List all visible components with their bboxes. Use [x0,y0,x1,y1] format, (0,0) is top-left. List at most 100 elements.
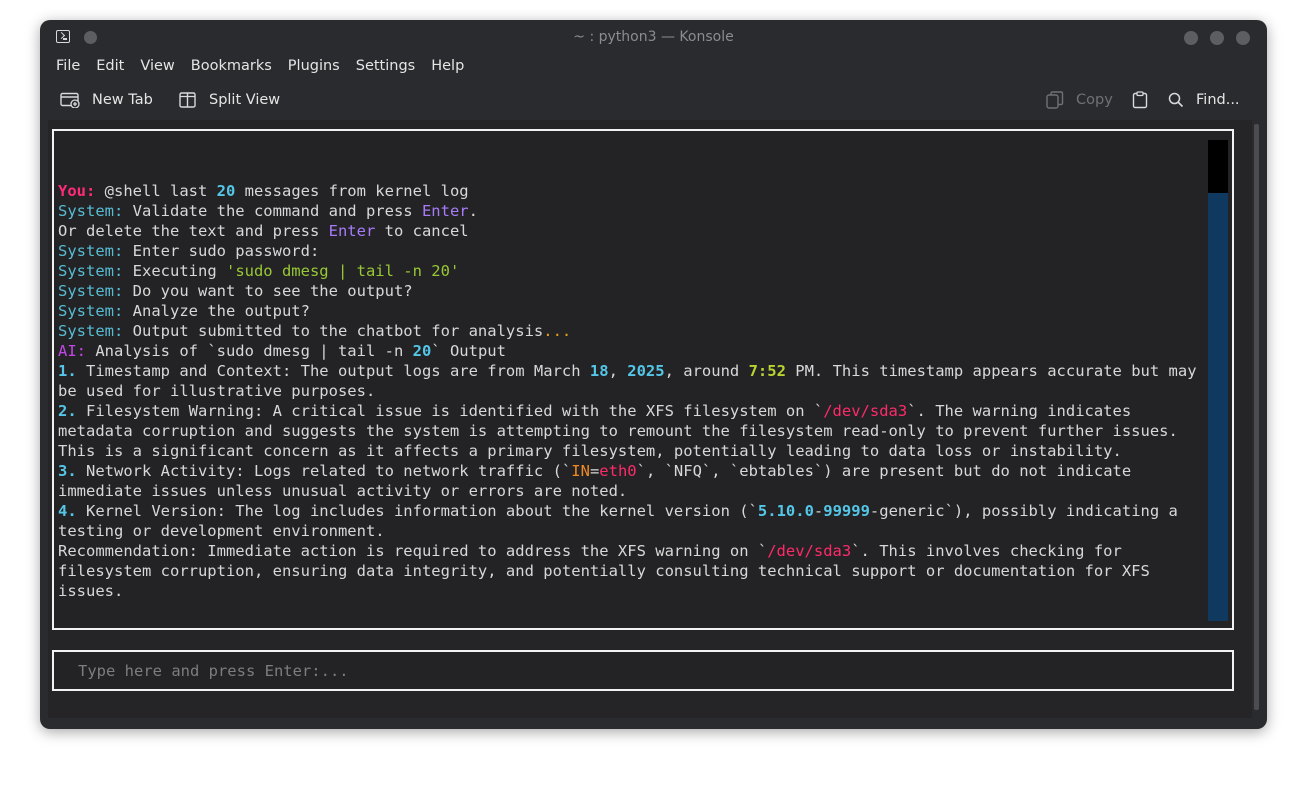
chat-segment: Enter [328,222,376,240]
chat-segment: You: [58,182,96,200]
chat-segment: System: [58,322,124,340]
paste-icon [1132,91,1148,109]
chat-segment: Enter sudo password: [123,242,320,260]
chat-line: 1. Timestamp and Context: The output log… [58,361,1214,401]
chat-segment: Analysis of `sudo dmesg | tail -n [86,342,413,360]
chat-segment: /dev/sda3 [823,402,908,420]
chat-line: System: Validate the command and press E… [58,201,1214,221]
chat-line: 4. Kernel Version: The log includes info… [58,501,1214,541]
split-view-button[interactable]: Split View [179,88,280,112]
chat-segment: AI: [58,342,86,360]
chat-line: AI: Analysis of `sudo dmesg | tail -n 20… [58,341,1214,361]
chat-line: Recommendation: Immediate action is requ… [58,541,1214,601]
chat-segment: 4. [58,502,77,520]
chat-segment: 18 [589,362,609,380]
chat-segment: Executing [123,262,226,280]
chat-segment: System: [58,302,124,320]
menu-plugins[interactable]: Plugins [280,56,348,76]
chat-segment: 2. [58,402,77,420]
chat-segment: - [813,502,824,520]
chat-line: System: Executing 'sudo dmesg | tail -n … [58,261,1214,281]
chat-segment: 20 [216,182,236,200]
chat-segment: Analyze the output? [123,302,310,320]
menu-bar: File Edit View Bookmarks Plugins Setting… [48,56,472,76]
chat-segment: Or delete the text and press [58,222,329,240]
chat-segment: , around [664,362,749,380]
find-button[interactable]: Find... [1168,88,1240,112]
menu-bookmarks[interactable]: Bookmarks [183,56,280,76]
chat-segment: , [608,362,628,380]
chat-scrollbar-thumb[interactable] [1208,140,1228,193]
title-bar[interactable]: ~ : python3 — Konsole [40,20,1267,56]
chat-segment: System: [58,242,124,260]
chat-segment: = [589,462,600,480]
menu-edit[interactable]: Edit [88,56,132,76]
chat-segment: Do you want to see the output? [123,282,413,300]
menu-help[interactable]: Help [423,56,472,76]
copy-button[interactable]: Copy [1046,88,1113,112]
chat-segment: to cancel [375,222,469,240]
paste-button[interactable] [1132,88,1160,112]
chat-segment: Kernel Version: The log includes informa… [76,502,758,520]
chat-segment: . [468,202,478,220]
chat-output[interactable]: You: @shell last 20 messages from kernel… [52,129,1234,630]
chat-segment: Validate the command and press [123,202,422,220]
chat-segment: 20 [412,342,432,360]
chat-segment: 99999 [823,502,870,520]
chat-segment: Timestamp and Context: The output logs a… [76,362,590,380]
chat-segment: Filesystem Warning: A critical issue is … [76,402,824,420]
chat-segment: Output submitted to the chatbot for anal… [123,322,544,340]
chat-segment: 5.10.0 [757,502,814,520]
chat-segment: System: [58,202,124,220]
new-tab-icon [60,92,80,108]
copy-label: Copy [1076,92,1113,108]
split-view-label: Split View [209,92,281,108]
chat-line: System: Analyze the output? [58,301,1214,321]
find-label: Find... [1196,92,1240,108]
chat-segment: /dev/sda3 [767,542,852,560]
new-tab-button[interactable]: New Tab [60,88,153,112]
chat-segment: @shell last [95,182,217,200]
chat-segment: 'sudo dmesg | tail -n 20' [225,262,460,280]
terminal-view: You: @shell last 20 messages from kernel… [48,120,1252,718]
maximize-button[interactable] [1210,31,1224,45]
chat-segment: 3. [58,462,77,480]
chat-line: System: Output submitted to the chatbot … [58,321,1214,341]
chat-line: Or delete the text and press Enter to ca… [58,221,1214,241]
search-icon [1168,92,1184,108]
menu-view[interactable]: View [132,56,182,76]
menu-file[interactable]: File [48,56,88,76]
chat-segment: IN [571,462,590,480]
split-view-icon [179,92,196,108]
chat-segment: ` Output [431,342,506,360]
chat-line: System: Enter sudo password: [58,241,1214,261]
konsole-window: ~ : python3 — Konsole File Edit View Boo… [40,20,1267,729]
chat-transcript: You: @shell last 20 messages from kernel… [58,181,1214,601]
chat-segment: ... [543,322,572,340]
window-title: ~ : python3 — Konsole [573,29,734,45]
window-scrollbar[interactable] [1254,124,1259,710]
new-tab-label: New Tab [92,92,153,108]
chat-input-box[interactable] [52,650,1234,691]
chat-line: System: Do you want to see the output? [58,281,1214,301]
toolbar: New Tab Split View Copy Find... [40,86,1267,114]
chat-segment: 7:52 [748,362,786,380]
chat-segment: 1. [58,362,77,380]
chat-segment: eth0 [599,462,637,480]
minimize-button[interactable] [1184,31,1198,45]
chat-scrollbar[interactable] [1208,140,1228,621]
chat-segment: 2025 [627,362,665,380]
chat-line: 3. Network Activity: Logs related to net… [58,461,1214,501]
copy-icon [1046,91,1064,109]
chat-segment: messages from kernel log [235,182,469,200]
chat-segment: Recommendation: Immediate action is requ… [58,542,768,560]
chat-segment: Enter [421,202,469,220]
chat-segment: System: [58,282,124,300]
menu-settings[interactable]: Settings [348,56,423,76]
chat-input[interactable] [54,652,1232,689]
close-button[interactable] [1236,31,1250,45]
chat-segment: Network Activity: Logs related to networ… [76,462,572,480]
chat-line: You: @shell last 20 messages from kernel… [58,181,1214,201]
chat-segment: System: [58,262,124,280]
chat-line: 2. Filesystem Warning: A critical issue … [58,401,1214,461]
